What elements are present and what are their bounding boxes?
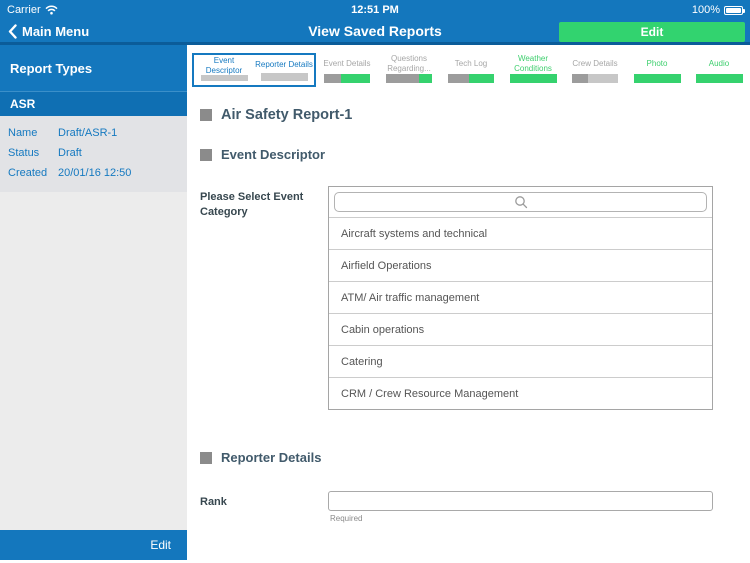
tab-crew-details[interactable]: Crew Details (564, 53, 626, 87)
tab-tech-log[interactable]: Tech Log (440, 53, 502, 87)
progress-segment (468, 74, 495, 83)
progress-segment (571, 74, 588, 83)
rank-row: Rank Required (200, 491, 713, 523)
tab-progress-bar (200, 75, 248, 81)
progress-segment (587, 74, 619, 83)
tab-progress-bar (695, 74, 743, 83)
event-category-dropdown: Aircraft systems and technical Airfield O… (328, 186, 713, 410)
search-icon (514, 196, 527, 209)
progress-segment (200, 75, 248, 81)
category-option-airfield-operations[interactable]: Airfield Operations (329, 249, 712, 281)
tab-event-descriptor[interactable]: Event Descriptor (194, 55, 254, 85)
event-descriptor-heading: Event Descriptor (200, 147, 713, 162)
rank-input[interactable] (328, 491, 713, 511)
tab-progress-bar (633, 74, 681, 83)
category-option-crm-crew-resource-management[interactable]: CRM / Crew Resource Management (329, 377, 712, 409)
tab-progress-bar (385, 74, 433, 83)
category-option-aircraft-systems-and-technical[interactable]: Aircraft systems and technical (329, 217, 712, 249)
category-search-input[interactable] (334, 192, 707, 212)
tab-label: Tech Log (454, 58, 488, 68)
chevron-left-icon (8, 23, 17, 39)
section-title: Event Descriptor (221, 147, 326, 162)
main-panel: Event Descriptor Reporter Details Event D… (187, 45, 750, 560)
tab-progress-bar (447, 74, 495, 83)
tab-label: Photo (646, 58, 668, 68)
progress-segment (260, 72, 308, 81)
clock: 12:51 PM (351, 4, 399, 16)
info-value: 20/01/16 12:50 (58, 167, 132, 179)
progress-segment (447, 74, 469, 83)
progress-segment (419, 74, 433, 83)
report-info-row: Name Draft/ASR-1 (0, 123, 187, 143)
tab-progress-bar (509, 74, 557, 83)
sidebar-item-asr[interactable]: ASR (0, 91, 187, 116)
progress-segment (633, 74, 681, 83)
progress-segment (509, 74, 557, 83)
report-content: Air Safety Report-1 Event Descriptor Ple… (187, 87, 750, 523)
rank-label: Rank (200, 496, 227, 508)
reporter-details-heading: Reporter Details (200, 450, 713, 465)
progress-segment (341, 74, 371, 83)
info-label: Created (8, 167, 48, 179)
nav-bar: Main Menu View Saved Reports Edit (0, 20, 750, 45)
category-option-list: Aircraft systems and technical Airfield O… (329, 217, 712, 409)
tab-event-details[interactable]: Event Details (316, 53, 378, 87)
sidebar-header: Report Types (0, 45, 187, 91)
tab-strip: Event Descriptor Reporter Details Event D… (187, 45, 750, 87)
tab-label: Audio (708, 58, 730, 68)
edit-report-button[interactable]: Edit (559, 22, 745, 42)
tab-progress-bar (260, 72, 308, 81)
report-info-row: Status Draft (0, 143, 187, 163)
report-title-heading: Air Safety Report-1 (200, 107, 713, 123)
category-option-atm-air-traffic-management[interactable]: ATM/ Air traffic management (329, 281, 712, 313)
progress-segment (323, 74, 342, 83)
tab-label: Reporter Details (255, 59, 313, 69)
progress-segment (385, 74, 420, 83)
battery-icon (724, 5, 745, 15)
square-bullet-icon (200, 451, 212, 464)
square-bullet-icon (200, 109, 212, 121)
tab-label: Weather Conditions (514, 53, 552, 73)
info-value: Draft (58, 147, 82, 159)
event-category-label: Please Select Event Category (200, 191, 304, 218)
report-info-panel: Name Draft/ASR-1 Status Draft Created 20/01/1… (0, 116, 187, 192)
progress-segment (695, 74, 743, 83)
tab-label: Event Descriptor (205, 55, 243, 75)
square-bullet-icon (200, 148, 212, 161)
battery-percent: 100% (691, 4, 720, 16)
info-label: Name (8, 127, 38, 139)
event-category-row: Please Select Event Category Aircraft sy… (200, 186, 713, 410)
status-bar: Carrier 12:51 PM 100% (0, 0, 750, 20)
tab-label: Crew Details (572, 58, 618, 68)
info-value: Draft/ASR-1 (58, 127, 118, 139)
report-info-row: Created 20/01/16 12:50 (0, 163, 187, 183)
tab-weather-conditions[interactable]: Weather Conditions (502, 53, 564, 87)
tab-photo[interactable]: Photo (626, 53, 688, 87)
report-title: Air Safety Report-1 (221, 107, 353, 123)
required-note: Required (330, 514, 363, 523)
tab-audio[interactable]: Audio (688, 53, 750, 87)
app-window: Carrier 12:51 PM 100% Main Menu View Sav… (0, 0, 750, 563)
tab-label: Questions Regarding... (387, 53, 431, 73)
back-label: Main Menu (22, 23, 90, 39)
category-option-catering[interactable]: Catering (329, 345, 712, 377)
section-title: Reporter Details (221, 450, 322, 465)
tab-label: Event Details (323, 58, 371, 68)
back-button[interactable]: Main Menu (0, 24, 89, 39)
sidebar-edit-button[interactable]: Edit (0, 530, 187, 560)
tab-progress-bar (571, 74, 619, 83)
info-label: Status (8, 147, 40, 159)
tab-questions-regarding[interactable]: Questions Regarding... (378, 53, 440, 87)
category-option-cabin-operations[interactable]: Cabin operations (329, 313, 712, 345)
tab-reporter-details[interactable]: Reporter Details (254, 55, 314, 85)
sidebar: Report Types ASR Name Draft/ASR-1 Status Dr… (0, 45, 187, 560)
tab-progress-bar (323, 74, 371, 83)
tab-group: Event Descriptor Reporter Details (192, 53, 316, 87)
